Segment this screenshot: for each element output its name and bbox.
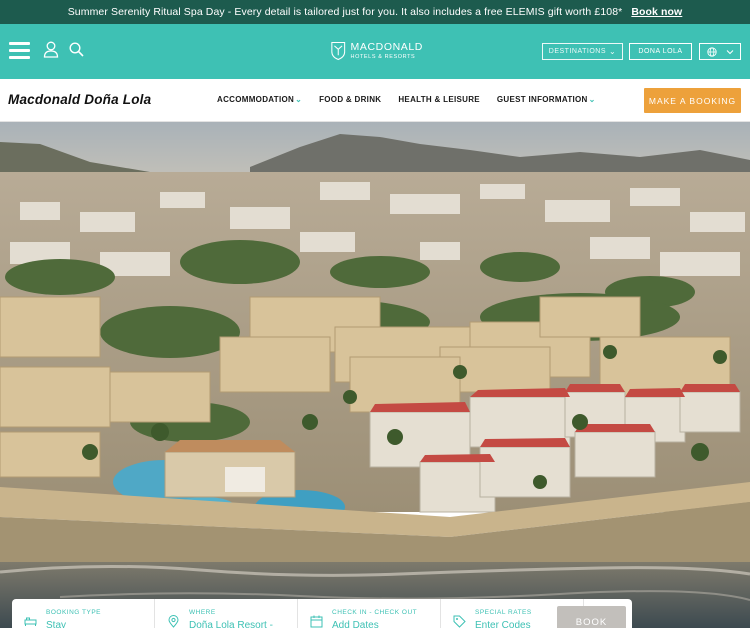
- nav-health-leisure[interactable]: HEALTH & LEISURE: [398, 95, 480, 104]
- language-selector[interactable]: [699, 43, 741, 60]
- hotel-nav-links: ACCOMMODATION ⌄ FOOD & DRINK HEALTH & LE…: [217, 95, 613, 104]
- special-rates-value: Enter Codes: [475, 620, 531, 628]
- brand-header: MACDONALD HOTELS & RESORTS DESTINATIONS …: [0, 24, 750, 79]
- hotel-navigation: Macdonald Doña Lola ACCOMMODATION ⌄ FOOD…: [0, 79, 750, 122]
- booking-type-field[interactable]: BOOKING TYPE Stay: [12, 599, 155, 628]
- nav-food-drink-label: FOOD & DRINK: [319, 95, 382, 104]
- where-field[interactable]: WHERE Doña Lola Resort -: [155, 599, 298, 628]
- chevron-down-icon: ⌄: [588, 95, 596, 104]
- check-in-check-out-label: CHECK IN - CHECK OUT: [332, 609, 418, 616]
- chevron-down-icon: ⌄: [609, 47, 617, 56]
- resort-aerial-photo: [0, 122, 750, 628]
- destinations-label: DESTINATIONS: [548, 48, 606, 55]
- globe-icon: [706, 46, 717, 57]
- nav-food-drink[interactable]: FOOD & DRINK: [319, 95, 381, 104]
- promo-banner: Summer Serenity Ritual Spa Day - Every d…: [0, 0, 750, 24]
- hotel-button[interactable]: DONA LOLA: [629, 43, 692, 60]
- where-value: Doña Lola Resort -: [189, 620, 273, 628]
- booking-widget: BOOKING TYPE Stay WHERE Doña Lola Resort…: [12, 599, 632, 628]
- nav-accommodation-label: ACCOMMODATION: [217, 95, 295, 104]
- logo-tagline: HOTELS & RESORTS: [350, 53, 416, 60]
- special-rates-label: SPECIAL RATES: [475, 609, 532, 616]
- book-button[interactable]: BOOK: [557, 606, 626, 628]
- hotel-name[interactable]: Macdonald Doña Lola: [8, 92, 151, 107]
- nav-guest-information[interactable]: GUEST INFORMATION ⌄: [497, 95, 596, 104]
- logo-wordmark: MACDONALD: [350, 41, 423, 53]
- location-pin-icon: [168, 615, 179, 628]
- chevron-down-icon: ⌄: [295, 95, 303, 104]
- promo-text: Summer Serenity Ritual Spa Day - Every d…: [67, 6, 623, 18]
- bed-icon: [24, 617, 37, 626]
- check-in-check-out-value: Add Dates: [332, 620, 379, 628]
- macdonald-logo[interactable]: MACDONALD HOTELS & RESORTS: [331, 38, 423, 64]
- booking-type-value: Stay: [46, 620, 67, 628]
- destinations-dropdown[interactable]: DESTINATIONS ⌄: [542, 43, 623, 60]
- booking-type-label: BOOKING TYPE: [46, 609, 102, 616]
- make-a-booking-button[interactable]: MAKE A BOOKING: [644, 88, 741, 113]
- promo-book-now-link[interactable]: Book now: [631, 6, 682, 18]
- chevron-down-icon: [726, 49, 733, 54]
- nav-guest-information-label: GUEST INFORMATION: [496, 95, 588, 104]
- calendar-icon: [310, 615, 323, 628]
- menu-icon[interactable]: [9, 42, 30, 59]
- search-icon[interactable]: [69, 42, 84, 57]
- nav-health-leisure-label: HEALTH & LEISURE: [398, 95, 480, 104]
- nav-accommodation[interactable]: ACCOMMODATION ⌄: [217, 95, 302, 104]
- user-icon[interactable]: [43, 41, 59, 58]
- tag-icon: [453, 615, 466, 628]
- shield-crest-icon: [331, 41, 346, 61]
- check-in-check-out-field[interactable]: CHECK IN - CHECK OUT Add Dates: [298, 599, 441, 628]
- hotel-button-label: DONA LOLA: [638, 48, 683, 55]
- hero-image: [0, 122, 750, 628]
- where-label: WHERE: [189, 609, 216, 616]
